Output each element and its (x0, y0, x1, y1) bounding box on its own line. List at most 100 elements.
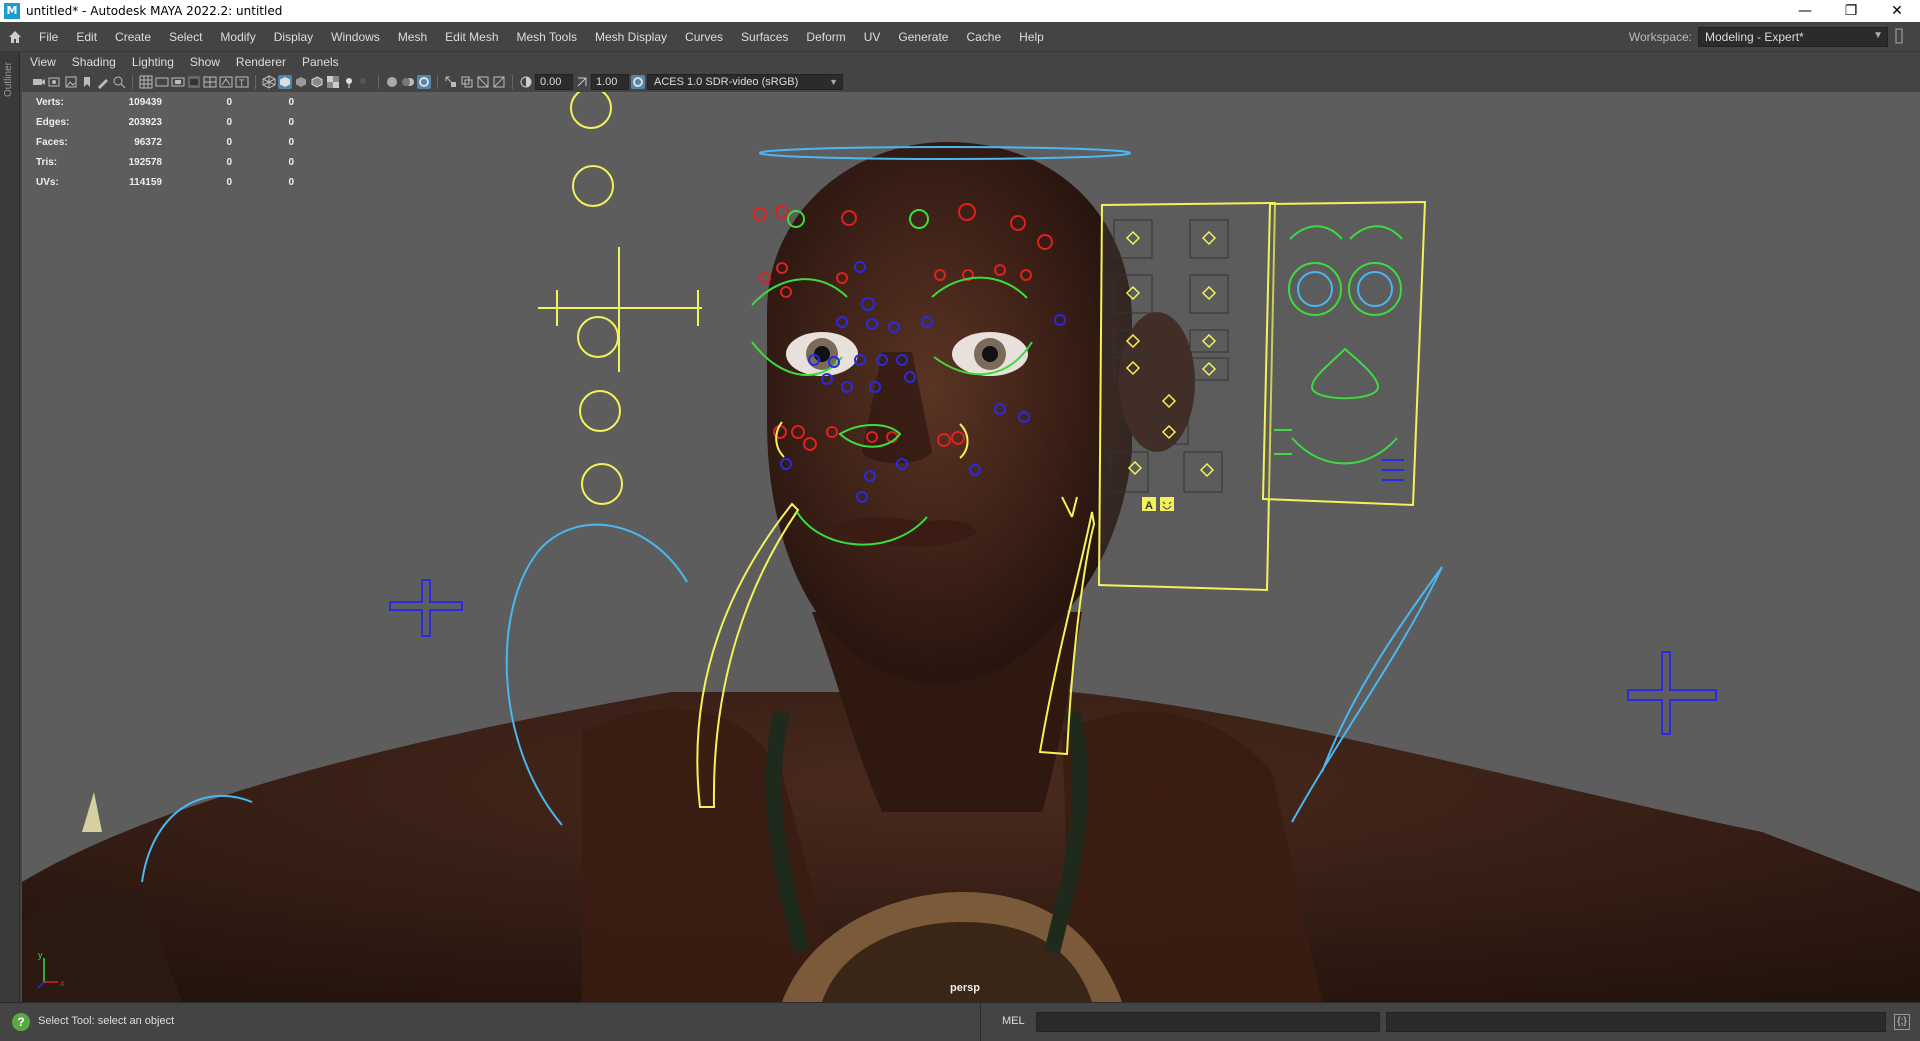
home-icon[interactable] (0, 22, 30, 52)
panel-menu-shading[interactable]: Shading (64, 55, 124, 69)
menu-generate[interactable]: Generate (889, 30, 957, 44)
use-all-lights-icon[interactable] (342, 75, 356, 89)
menu-uv[interactable]: UV (855, 30, 890, 44)
left-blue-cross-control[interactable] (389, 579, 463, 637)
hud-label: Verts: (36, 96, 64, 108)
help-icon: ? (12, 1013, 30, 1031)
menu-help[interactable]: Help (1010, 30, 1053, 44)
toolbar-separator (132, 75, 133, 89)
mel-command-input[interactable] (1036, 1012, 1380, 1032)
menu-create[interactable]: Create (106, 30, 160, 44)
gamma-icon[interactable] (575, 75, 589, 89)
title-bar: M untitled* - Autodesk MAYA 2022.2: unti… (0, 0, 1920, 22)
viewport-scene[interactable]: A y x (22, 92, 1920, 1002)
persp-viewport[interactable]: A y x Verts: 109439 0 0 Edges: 203923 0 … (22, 92, 1920, 1002)
exposure-icon[interactable] (519, 75, 533, 89)
window-title: untitled* - Autodesk MAYA 2022.2: untitl… (26, 4, 283, 18)
bookmark-icon[interactable] (80, 75, 94, 89)
right-blue-cross-control[interactable] (1627, 651, 1717, 735)
hud-value: 114159 (129, 176, 162, 188)
image-plane-icon[interactable] (64, 75, 78, 89)
face-control-panel-left[interactable]: A (1097, 201, 1277, 592)
panel-menu-show[interactable]: Show (182, 55, 228, 69)
grease-pencil-icon[interactable] (96, 75, 110, 89)
yellow-circle-control[interactable] (577, 316, 619, 358)
wireframe-icon[interactable] (262, 75, 276, 89)
menu-display[interactable]: Display (265, 30, 322, 44)
screen-space-ao-icon[interactable] (385, 75, 399, 89)
toolbar-separator (512, 75, 513, 89)
panel-menu-renderer[interactable]: Renderer (228, 55, 294, 69)
xray-icon[interactable] (460, 75, 474, 89)
menu-windows[interactable]: Windows (322, 30, 389, 44)
hud-value: 0 (288, 116, 294, 128)
textured-icon[interactable] (326, 75, 340, 89)
yellow-cross-control[interactable] (538, 247, 702, 372)
grid-icon[interactable] (139, 75, 153, 89)
axis-x-label: x (60, 978, 65, 988)
maya-app-icon: M (4, 3, 20, 19)
isolate-select-icon[interactable] (444, 75, 458, 89)
safe-action-icon[interactable] (219, 75, 233, 89)
restore-button[interactable]: ❐ (1828, 0, 1874, 22)
camera-name-label: persp (950, 982, 980, 994)
xray-joints-icon[interactable] (476, 75, 490, 89)
yellow-circle-control[interactable] (570, 92, 612, 129)
field-chart-icon[interactable] (203, 75, 217, 89)
face-control-panel-right[interactable] (1261, 200, 1427, 507)
toolbar-separator (378, 75, 379, 89)
menu-mesh[interactable]: Mesh (389, 30, 436, 44)
wireframe-on-shaded-icon[interactable] (310, 75, 324, 89)
panel-a-label: A (1145, 500, 1153, 512)
film-gate-icon[interactable] (155, 75, 169, 89)
2d-pan-zoom-icon[interactable] (112, 75, 126, 89)
outliner-tab-label[interactable]: Outliner (3, 62, 14, 97)
exposure-field[interactable]: 0.00 (535, 74, 573, 90)
mel-language-toggle[interactable]: MEL (1002, 1015, 1025, 1027)
menu-mesh-display[interactable]: Mesh Display (586, 30, 676, 44)
workspace-lock-icon[interactable] (1894, 28, 1904, 47)
panel-menu-view[interactable]: View (22, 55, 64, 69)
hud-row-faces: Faces: 96372 0 0 (36, 132, 294, 152)
menu-mesh-tools[interactable]: Mesh Tools (508, 30, 586, 44)
workspace-dropdown[interactable]: Modeling - Expert* ▼ (1698, 27, 1888, 47)
color-space-dropdown[interactable]: ACES 1.0 SDR-video (sRGB) ▼ (647, 74, 843, 90)
xray-active-components-icon[interactable] (492, 75, 506, 89)
resolution-gate-icon[interactable] (171, 75, 185, 89)
multisample-aa-icon[interactable] (417, 75, 431, 89)
menu-edit-mesh[interactable]: Edit Mesh (436, 30, 507, 44)
menu-select[interactable]: Select (160, 30, 211, 44)
minimize-button[interactable]: — (1782, 0, 1828, 22)
main-menu-bar: File Edit Create Select Modify Display W… (0, 22, 1920, 52)
panel-menu-lighting[interactable]: Lighting (124, 55, 182, 69)
view-transform-icon[interactable] (631, 75, 645, 89)
hud-value: 0 (288, 136, 294, 148)
outliner-strip[interactable]: Outliner (0, 52, 20, 1002)
camera-attributes-icon[interactable] (48, 75, 62, 89)
menu-modify[interactable]: Modify (211, 30, 264, 44)
select-camera-icon[interactable] (32, 75, 46, 89)
script-editor-icon[interactable]: {;} (1894, 1014, 1910, 1030)
gate-mask-icon[interactable] (187, 75, 201, 89)
menu-deform[interactable]: Deform (797, 30, 854, 44)
menu-curves[interactable]: Curves (676, 30, 732, 44)
yellow-circle-control[interactable] (581, 463, 623, 505)
menu-cache[interactable]: Cache (957, 30, 1010, 44)
default-material-icon[interactable] (294, 75, 308, 89)
menu-file[interactable]: File (30, 30, 67, 44)
menu-edit[interactable]: Edit (67, 30, 106, 44)
menu-surfaces[interactable]: Surfaces (732, 30, 797, 44)
panel-menu-panels[interactable]: Panels (294, 55, 347, 69)
yellow-circle-control[interactable] (579, 390, 621, 432)
safe-title-icon[interactable]: T (235, 75, 249, 89)
shadows-icon[interactable] (358, 75, 372, 89)
yellow-circle-control[interactable] (572, 165, 614, 207)
smooth-shade-icon[interactable] (278, 75, 292, 89)
hud-row-verts: Verts: 109439 0 0 (36, 92, 294, 112)
gamma-field[interactable]: 1.00 (591, 74, 629, 90)
motion-blur-icon[interactable] (401, 75, 415, 89)
hud-label: Tris: (36, 156, 58, 168)
workspace-label: Workspace: (1628, 30, 1692, 44)
svg-text:T: T (239, 78, 245, 88)
close-button[interactable]: ✕ (1874, 0, 1920, 22)
